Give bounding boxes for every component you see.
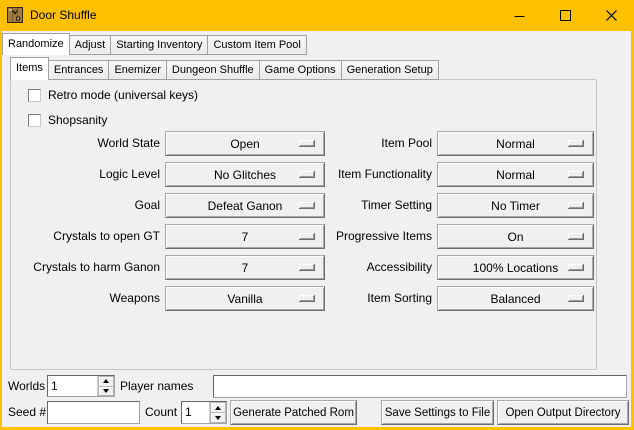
item-functionality-label: Item Functionality bbox=[280, 162, 432, 187]
tab-items[interactable]: Items bbox=[10, 57, 49, 80]
spin-up-button[interactable] bbox=[98, 376, 114, 387]
tab-game-options[interactable]: Game Options bbox=[259, 60, 342, 80]
tab-entrances[interactable]: Entrances bbox=[48, 60, 110, 80]
goal-value: Defeat Ganon bbox=[208, 199, 283, 213]
retro-mode-label: Retro mode (universal keys) bbox=[48, 88, 198, 102]
item-sorting-label: Item Sorting bbox=[280, 286, 432, 311]
weapons-value: Vanilla bbox=[227, 292, 262, 306]
timer-setting-dropdown[interactable]: No Timer bbox=[437, 193, 594, 218]
sub-tab-bar: Items Entrances Enemizer Dungeon Shuffle… bbox=[10, 57, 438, 80]
app-window: Door Shuffle Randomize Adjust Starting I… bbox=[0, 0, 634, 430]
spin-down-button[interactable] bbox=[98, 387, 114, 397]
arrow-down-icon bbox=[215, 416, 221, 420]
minimize-button[interactable] bbox=[496, 0, 542, 31]
item-functionality-dropdown[interactable]: Normal bbox=[437, 162, 594, 187]
tab-adjust[interactable]: Adjust bbox=[69, 35, 112, 55]
save-settings-button[interactable]: Save Settings to File bbox=[381, 400, 494, 425]
open-output-directory-button[interactable]: Open Output Directory bbox=[497, 400, 629, 425]
dropdown-indicator-icon bbox=[568, 233, 584, 240]
close-button[interactable] bbox=[588, 0, 634, 31]
count-spinner-buttons bbox=[209, 402, 226, 423]
seed-input[interactable] bbox=[47, 401, 140, 424]
progressive-items-label: Progressive Items bbox=[280, 224, 432, 249]
close-icon bbox=[606, 10, 617, 21]
retro-mode-checkbox-row: Retro mode (universal keys) bbox=[28, 87, 198, 103]
dropdown-indicator-icon bbox=[568, 264, 584, 271]
accessibility-value: 100% Locations bbox=[473, 261, 558, 275]
dropdown-indicator-icon bbox=[568, 171, 584, 178]
item-pool-value: Normal bbox=[496, 137, 535, 151]
worlds-spinner[interactable]: 1 bbox=[47, 375, 115, 397]
timer-setting-value: No Timer bbox=[491, 199, 540, 213]
world-state-label: World State bbox=[10, 131, 160, 156]
count-label: Count bbox=[145, 405, 177, 419]
retro-mode-checkbox[interactable] bbox=[28, 89, 41, 102]
tab-dungeon-shuffle[interactable]: Dungeon Shuffle bbox=[166, 60, 260, 80]
worlds-value: 1 bbox=[48, 376, 97, 396]
crystals-open-gt-value: 7 bbox=[242, 230, 249, 244]
window-title: Door Shuffle bbox=[30, 0, 97, 31]
arrow-up-icon bbox=[103, 379, 109, 383]
count-spinner[interactable]: 1 bbox=[181, 401, 227, 424]
crystals-open-gt-label: Crystals to open GT bbox=[10, 224, 160, 249]
app-icon bbox=[7, 7, 23, 23]
worlds-spinner-buttons bbox=[97, 376, 114, 396]
worlds-label: Worlds bbox=[8, 379, 45, 393]
maximize-icon bbox=[560, 10, 571, 21]
minimize-icon bbox=[514, 10, 525, 21]
accessibility-dropdown[interactable]: 100% Locations bbox=[437, 255, 594, 280]
player-names-label: Player names bbox=[120, 379, 193, 393]
shopsanity-checkbox[interactable] bbox=[28, 114, 41, 127]
item-functionality-value: Normal bbox=[496, 168, 535, 182]
seed-label: Seed # bbox=[8, 405, 46, 419]
spin-down-button[interactable] bbox=[210, 413, 226, 423]
timer-setting-label: Timer Setting bbox=[280, 193, 432, 218]
dropdown-indicator-icon bbox=[568, 202, 584, 209]
player-names-input[interactable] bbox=[213, 375, 627, 398]
goal-label: Goal bbox=[10, 193, 160, 218]
logic-level-value: No Glitches bbox=[214, 168, 276, 182]
crystals-harm-ganon-label: Crystals to harm Ganon bbox=[10, 255, 160, 280]
tab-generation-setup[interactable]: Generation Setup bbox=[341, 60, 439, 80]
crystals-harm-ganon-value: 7 bbox=[242, 261, 249, 275]
progressive-items-value: On bbox=[507, 230, 523, 244]
shopsanity-checkbox-row: Shopsanity bbox=[28, 112, 107, 128]
tab-randomize[interactable]: Randomize bbox=[2, 33, 70, 55]
logic-level-label: Logic Level bbox=[10, 162, 160, 187]
weapons-label: Weapons bbox=[10, 286, 160, 311]
spin-up-button[interactable] bbox=[210, 402, 226, 413]
item-sorting-value: Balanced bbox=[490, 292, 540, 306]
arrow-up-icon bbox=[215, 406, 221, 410]
world-state-value: Open bbox=[230, 137, 259, 151]
main-tab-bar: Randomize Adjust Starting Inventory Cust… bbox=[2, 33, 306, 55]
arrow-down-icon bbox=[103, 389, 109, 393]
tab-starting-inventory[interactable]: Starting Inventory bbox=[110, 35, 208, 55]
tab-enemizer[interactable]: Enemizer bbox=[108, 60, 166, 80]
shopsanity-label: Shopsanity bbox=[48, 113, 107, 127]
item-pool-label: Item Pool bbox=[280, 131, 432, 156]
progressive-items-dropdown[interactable]: On bbox=[437, 224, 594, 249]
count-value: 1 bbox=[182, 402, 209, 423]
dropdown-indicator-icon bbox=[568, 295, 584, 302]
dropdown-indicator-icon bbox=[568, 140, 584, 147]
maximize-button[interactable] bbox=[542, 0, 588, 31]
accessibility-label: Accessibility bbox=[280, 255, 432, 280]
item-sorting-dropdown[interactable]: Balanced bbox=[437, 286, 594, 311]
tab-custom-item-pool[interactable]: Custom Item Pool bbox=[207, 35, 306, 55]
item-pool-dropdown[interactable]: Normal bbox=[437, 131, 594, 156]
generate-patched-rom-button[interactable]: Generate Patched Rom bbox=[230, 400, 357, 425]
